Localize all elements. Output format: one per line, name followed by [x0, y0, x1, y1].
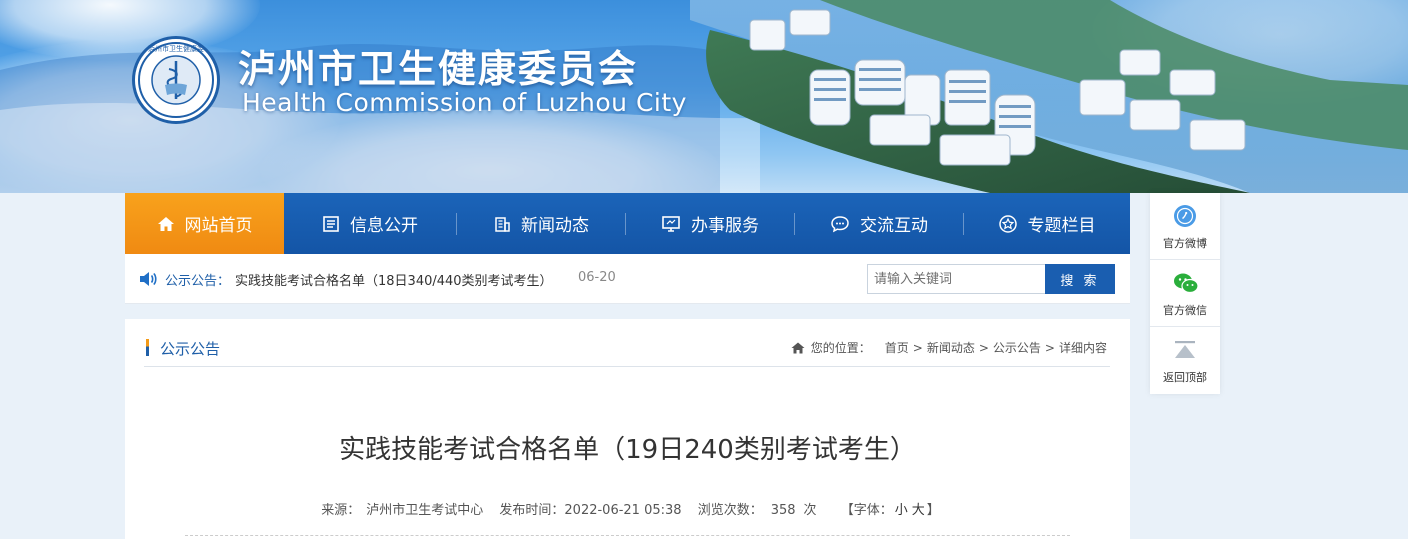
meta-divider [185, 535, 1070, 536]
source-value: 泸州市卫生考试中心 [366, 503, 484, 518]
commission-logo-seal[interactable]: 泸州市卫生健康委 [132, 36, 220, 124]
notice-link[interactable]: 实践技能考试合格名单（18日340/440类别考试考生） [235, 270, 553, 289]
nav-label: 新闻动态 [521, 216, 589, 236]
back-to-top-icon [1173, 338, 1197, 366]
banner-city-illustration [690, 0, 1408, 193]
monitor-icon [661, 215, 681, 233]
nav-label: 专题栏目 [1027, 216, 1096, 236]
speaker-icon [139, 271, 157, 291]
article-card: 公示公告 您的位置： 首页 > 新闻动态 > 公示公告 > 详细内容 实践技能考… [125, 319, 1130, 539]
home-icon [791, 342, 805, 354]
source-field: 来源： 泸州市卫生考试中心 [315, 503, 483, 518]
notice-bar: 公示公告： 实践技能考试合格名单（18日340/440类别考试考生） 06-20… [125, 254, 1130, 304]
breadcrumb-detail[interactable]: 详细内容 [1059, 339, 1107, 356]
publish-time-field: 发布时间：2022-06-21 05:38 [499, 503, 681, 518]
breadcrumb-news[interactable]: 新闻动态 [927, 339, 975, 356]
side-label: 返回顶部 [1163, 371, 1207, 384]
font-small-button[interactable]: 小 [895, 503, 908, 518]
side-label: 官方微信 [1163, 304, 1207, 317]
header-banner: 泸州市卫生健康委 泸州市卫生健康委员会 Health Commission of… [0, 0, 1408, 193]
section-marker [146, 339, 149, 356]
breadcrumb: 您的位置： 首页 > 新闻动态 > 公示公告 > 详细内容 [791, 339, 1107, 356]
building-icon [493, 215, 511, 233]
views-count: 358 [770, 503, 796, 518]
notice-label: 公示公告： [165, 274, 231, 289]
search-button[interactable]: 搜 索 [1045, 264, 1115, 294]
font-large-button[interactable]: 大 [912, 503, 925, 518]
chat-bubble-icon [830, 215, 850, 233]
nav-news[interactable]: 新闻动态 [457, 193, 625, 254]
article-meta: 来源： 泸州市卫生考试中心 发布时间：2022-06-21 05:38 浏览次数：… [125, 499, 1130, 518]
search-input[interactable] [867, 264, 1046, 294]
publish-time-label: 发布时间： [499, 503, 565, 518]
main-nav: 网站首页 信息公开 新闻动态 办事服务 交流互动 专题栏目 [125, 193, 1130, 254]
wechat-icon [1173, 271, 1199, 299]
source-label: 来源： [321, 503, 361, 518]
font-size-control: 【字体：小大】 [841, 503, 940, 518]
svg-text:泸州市卫生健康委: 泸州市卫生健康委 [148, 44, 204, 53]
star-badge-icon [998, 214, 1018, 234]
nav-label: 网站首页 [184, 216, 253, 236]
nav-interaction[interactable]: 交流互动 [795, 193, 963, 254]
document-list-icon [322, 215, 340, 233]
site-title-chinese: 泸州市卫生健康委员会 [238, 47, 639, 91]
weibo-icon [1173, 204, 1197, 232]
breadcrumb-separator: > [1044, 340, 1055, 355]
side-wechat[interactable]: 官方微信 [1150, 260, 1220, 327]
breadcrumb-separator: > [912, 340, 923, 355]
site-title-english: Health Commission of Luzhou City [242, 88, 687, 117]
nav-info-disclosure[interactable]: 信息公开 [284, 193, 456, 254]
font-size-close: 】 [926, 503, 940, 518]
side-back-to-top[interactable]: 返回顶部 [1150, 327, 1220, 394]
nav-home[interactable]: 网站首页 [125, 193, 284, 254]
nav-label: 交流互动 [860, 216, 928, 236]
nav-label: 信息公开 [350, 216, 418, 236]
article-title: 实践技能考试合格名单（19日240类别考试考生） [339, 435, 916, 465]
views-field: 浏览次数： 358 次 [698, 503, 817, 518]
views-label: 浏览次数： [697, 503, 763, 518]
breadcrumb-notices[interactable]: 公示公告 [993, 339, 1041, 356]
home-icon [157, 216, 175, 232]
views-unit: 次 [803, 503, 817, 518]
breadcrumb-separator: > [978, 340, 989, 355]
notice-date: 06-20 [578, 270, 616, 285]
font-size-open: 【字体： [840, 503, 893, 518]
nav-services[interactable]: 办事服务 [626, 193, 794, 254]
breadcrumb-home[interactable]: 首页 [885, 339, 909, 356]
section-title: 公示公告 [160, 340, 221, 358]
side-label: 官方微博 [1163, 237, 1207, 250]
nav-special-topics[interactable]: 专题栏目 [964, 193, 1129, 254]
nav-label: 办事服务 [691, 216, 759, 236]
section-header: 公示公告 您的位置： 首页 > 新闻动态 > 公示公告 > 详细内容 [144, 319, 1110, 367]
side-float-panel: 官方微博 官方微信 返回顶部 [1150, 193, 1220, 394]
breadcrumb-lead: 您的位置： [810, 341, 871, 355]
publish-time-value: 2022-06-21 05:38 [564, 503, 682, 518]
side-weibo[interactable]: 官方微博 [1150, 193, 1220, 260]
